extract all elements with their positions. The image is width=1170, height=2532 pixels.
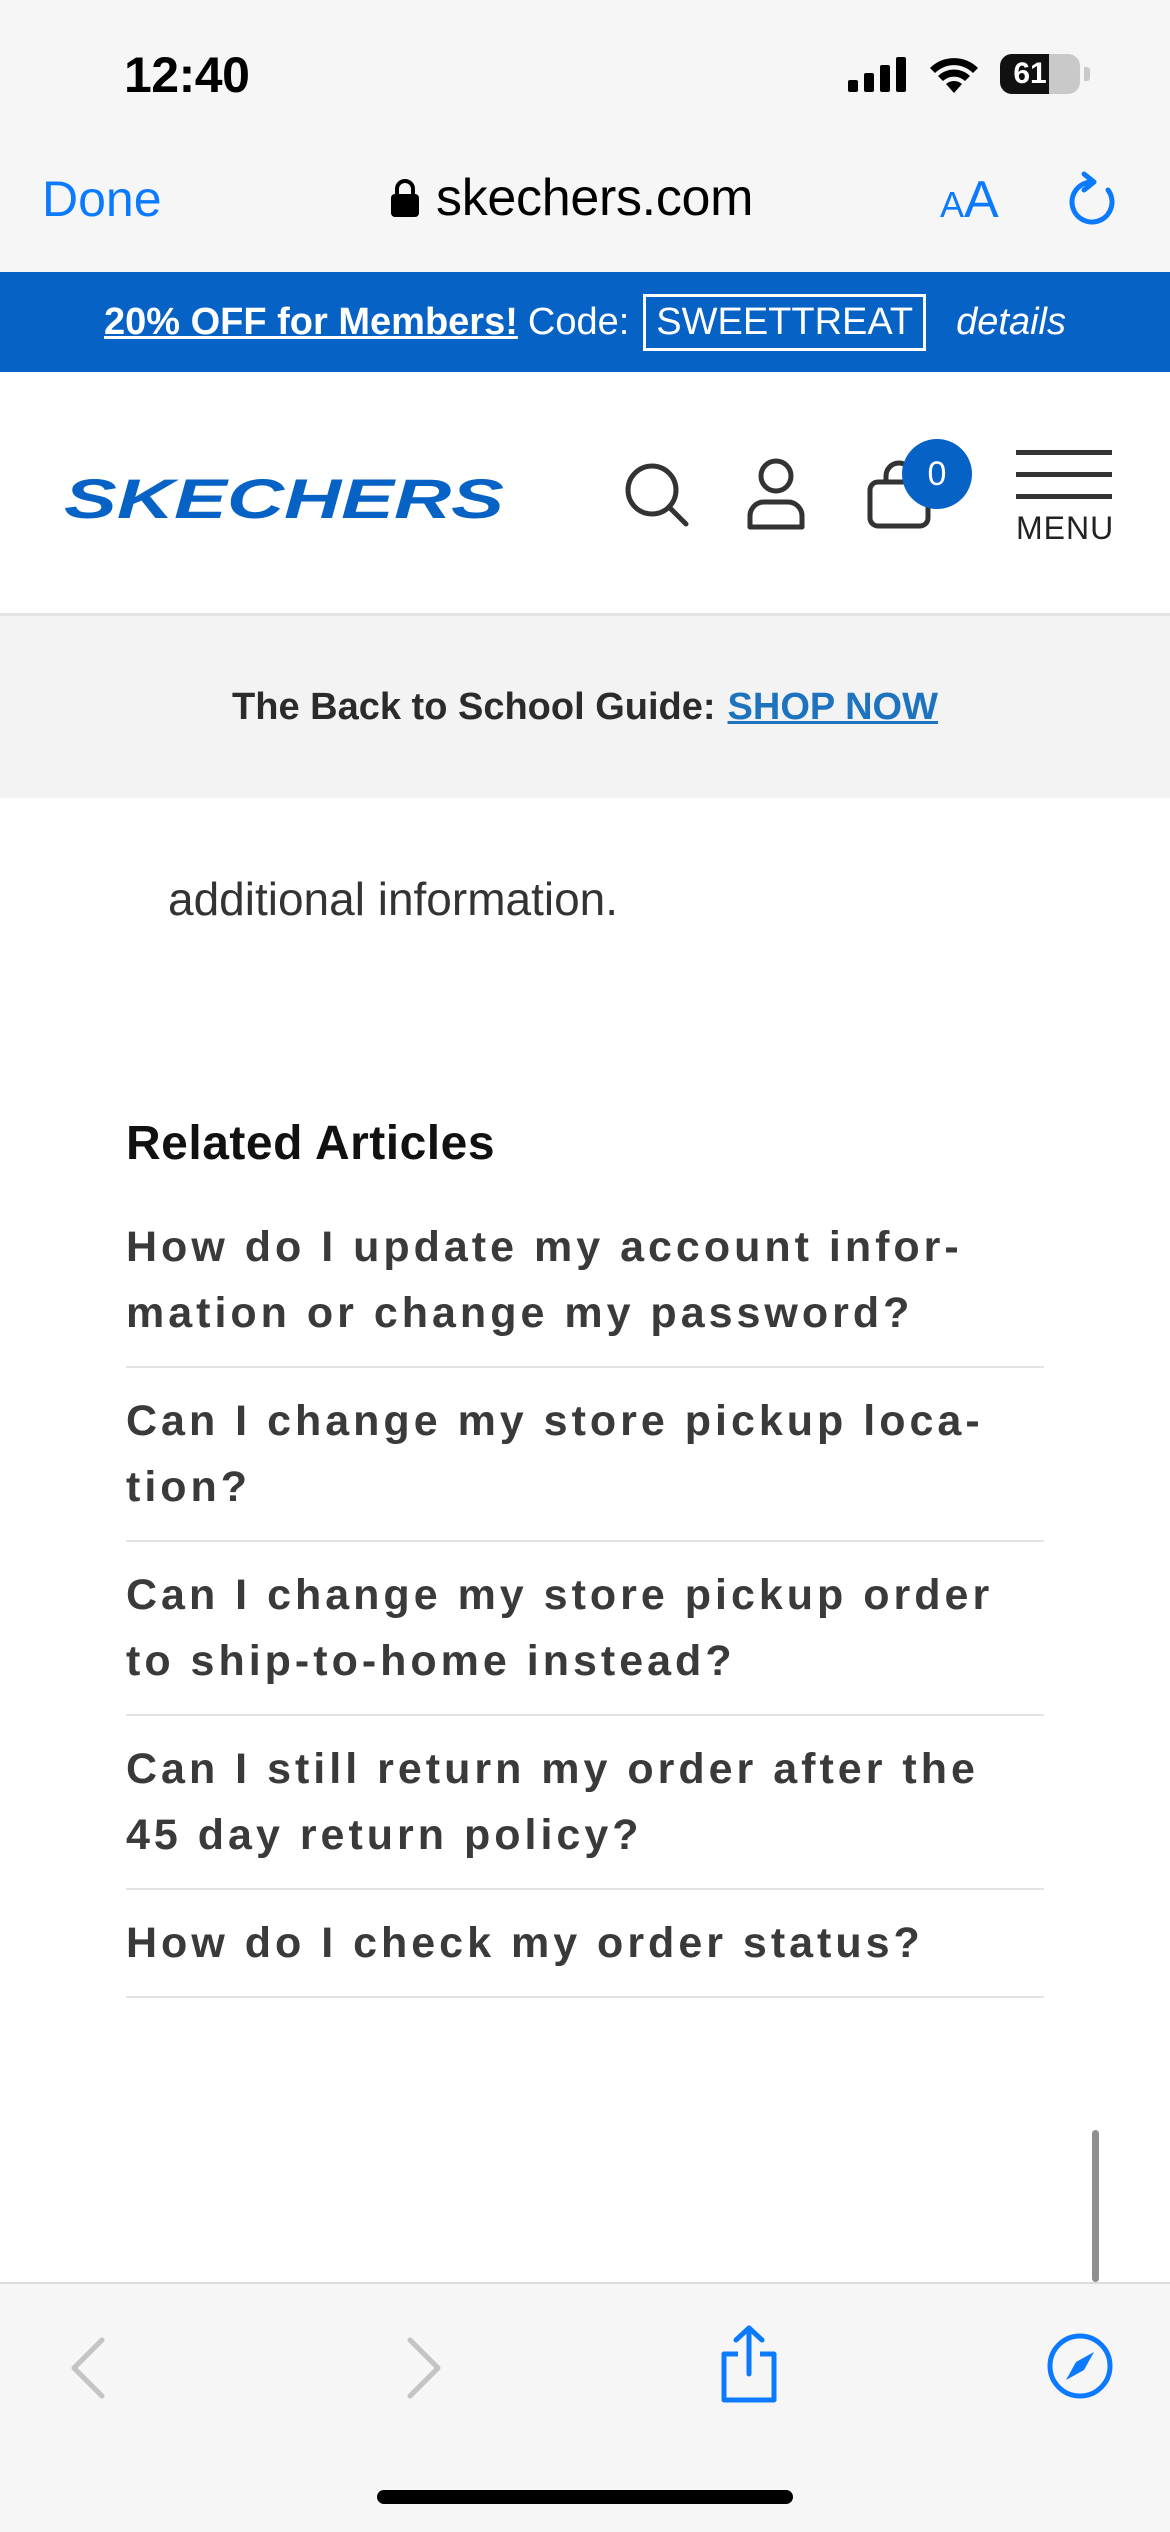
account-icon[interactable]: [746, 458, 806, 530]
status-bar: 12:40 61: [0, 0, 1170, 140]
search-icon[interactable]: [624, 462, 690, 528]
skechers-logo[interactable]: SKECHERS: [60, 468, 510, 528]
logo-text: SKECHERS: [64, 468, 504, 528]
menu-label[interactable]: MENU: [1016, 510, 1114, 547]
related-article-link[interactable]: Can I still return my order after the 45…: [126, 1716, 1044, 1890]
browser-bar: Done skechers.com AA: [0, 140, 1170, 272]
hamburger-icon[interactable]: [1016, 448, 1112, 502]
cart-count-badge[interactable]: 0: [902, 439, 972, 509]
related-articles-heading: Related Articles: [126, 1117, 496, 1170]
back-icon[interactable]: [68, 2336, 108, 2400]
compass-icon[interactable]: [1046, 2332, 1114, 2400]
promo-code-label: Code:: [527, 300, 630, 343]
home-indicator: [377, 2490, 793, 2504]
related-article-link[interactable]: How do I update my account infor-mation …: [126, 1208, 1044, 1368]
related-articles-list: How do I update my account infor-mation …: [126, 1208, 1044, 1998]
lock-icon: [391, 179, 419, 217]
done-button[interactable]: Done: [42, 170, 162, 228]
cellular-signal-icon: [848, 57, 906, 92]
promo-link[interactable]: 20% OFF for Members!: [104, 301, 518, 344]
promo-details-link[interactable]: details: [956, 301, 1066, 344]
shop-now-link[interactable]: SHOP NOW: [728, 686, 938, 729]
text-size-small-label: A: [940, 184, 965, 225]
article-intro-text: additional information.: [168, 873, 619, 925]
promo-code: SWEETTREAT: [643, 293, 927, 351]
status-time: 12:40: [124, 47, 250, 103]
related-article-link[interactable]: How do I check my order status?: [126, 1890, 1044, 1998]
scrollbar[interactable]: [1092, 2130, 1099, 2282]
back-to-school-strip: The Back to School Guide: SHOP NOW: [0, 616, 1170, 798]
related-article-link[interactable]: Can I change my store pickup loca-tion?: [126, 1368, 1044, 1542]
reload-icon[interactable]: [1062, 170, 1122, 232]
address-bar[interactable]: skechers.com: [390, 168, 753, 228]
url-text: skechers.com: [436, 169, 754, 227]
text-size-button[interactable]: AA: [940, 170, 999, 230]
article-content: additional information. Related Articles…: [0, 798, 1170, 2282]
battery-level: 61: [1013, 57, 1047, 90]
battery-tip: [1084, 67, 1090, 81]
wifi-icon: [930, 58, 978, 93]
forward-icon[interactable]: [404, 2336, 444, 2400]
text-size-large-label: A: [964, 171, 999, 229]
share-icon[interactable]: [718, 2324, 780, 2404]
promo-banner: 20% OFF for Members! Code: SWEETTREAT de…: [0, 272, 1170, 372]
related-article-link[interactable]: Can I change my store pickup order to sh…: [126, 1542, 1044, 1716]
site-header: SKECHERS 0 MENU: [0, 372, 1170, 616]
battery-icon: 61: [1000, 54, 1080, 94]
status-icons: 61: [848, 54, 1090, 94]
school-strip-text: The Back to School Guide:: [232, 685, 716, 728]
